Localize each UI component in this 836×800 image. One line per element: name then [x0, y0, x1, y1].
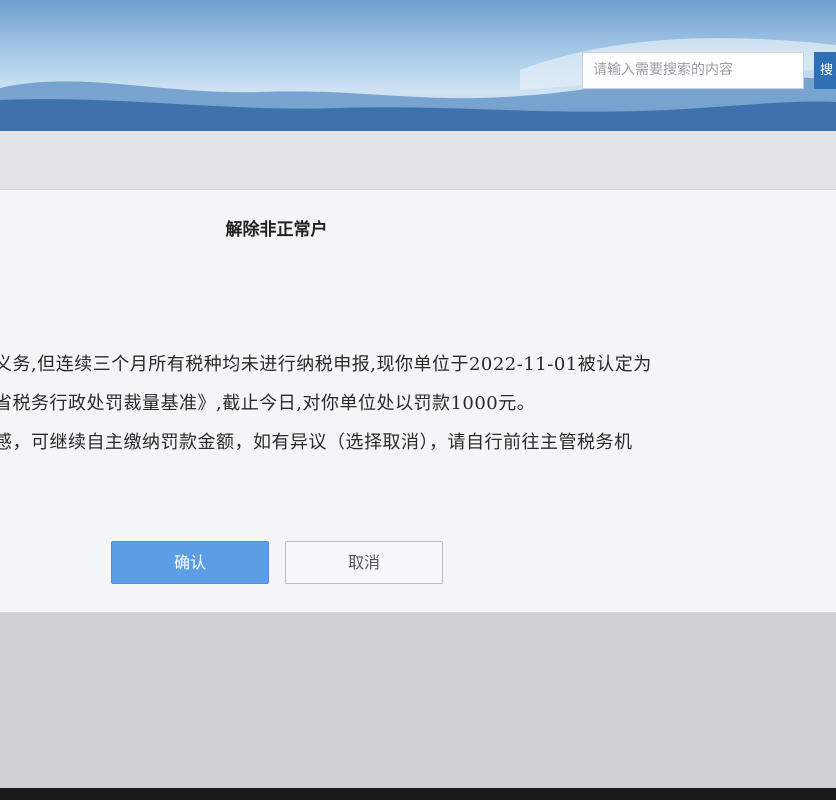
content-band: [0, 131, 836, 189]
confirm-button[interactable]: 确认: [111, 541, 269, 584]
search-button[interactable]: 搜: [814, 52, 836, 89]
dialog-message-line: 省税务行政处罚裁量基准》,截止今日,对你单位处以罚款1000元。: [0, 393, 536, 414]
cancel-button[interactable]: 取消: [285, 541, 443, 584]
header-banner: 请输入需要搜索的内容 搜: [0, 0, 836, 131]
dialog-message-line: 义务,但连续三个月所有税种均未进行纳税申报,现你单位于2022-11-01被认定…: [0, 354, 652, 375]
dialog-message-line: 感，可继续自主缴纳罚款金额，如有异议（选择取消），请自行前往主管税务机: [0, 432, 633, 453]
dialog: 解除非正常户 义务,但连续三个月所有税种均未进行纳税申报,现你单位于2022-1…: [0, 189, 836, 613]
dialog-title: 解除非正常户: [225, 220, 328, 240]
bottom-edge: [0, 788, 836, 800]
search-input[interactable]: 请输入需要搜索的内容: [582, 52, 804, 89]
